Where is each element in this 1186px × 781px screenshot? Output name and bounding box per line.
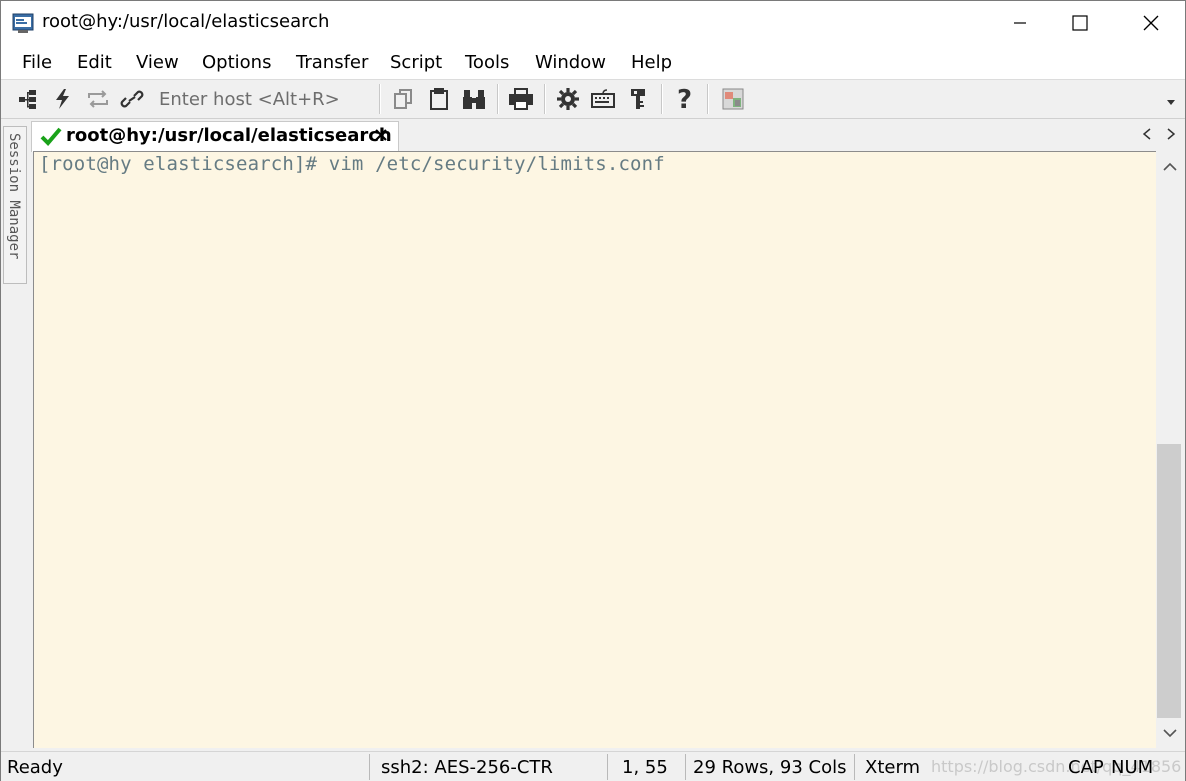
status-terminal-type: Xterm bbox=[865, 757, 921, 778]
menu-script[interactable]: Script bbox=[390, 52, 442, 73]
status-divider bbox=[369, 754, 370, 780]
help-icon[interactable]: ? bbox=[672, 86, 698, 112]
toolbar: ? bbox=[1, 79, 1185, 119]
menu-edit[interactable]: Edit bbox=[77, 52, 112, 73]
menu-window[interactable]: Window bbox=[535, 52, 606, 73]
keymap-icon[interactable] bbox=[590, 86, 616, 112]
toolbar-divider bbox=[497, 84, 499, 114]
window-title: root@hy:/usr/local/elasticsearch bbox=[42, 11, 330, 32]
enter-host-input[interactable] bbox=[151, 86, 379, 112]
menu-file[interactable]: File bbox=[22, 52, 52, 73]
session-tab-bar: root@hy:/usr/local/elasticsearch bbox=[1, 118, 1185, 152]
status-caps-lock: CAP bbox=[1068, 757, 1104, 778]
sftp-icon[interactable] bbox=[720, 86, 746, 112]
menu-help[interactable]: Help bbox=[631, 52, 672, 73]
menu-view[interactable]: View bbox=[136, 52, 179, 73]
terminal-line: [root@hy elasticsearch]# vim /etc/securi… bbox=[39, 153, 665, 175]
close-window-button[interactable] bbox=[1128, 1, 1174, 45]
status-cursor-position: 1, 55 bbox=[622, 757, 668, 778]
connect-icon[interactable] bbox=[15, 86, 41, 112]
copy-icon[interactable] bbox=[391, 86, 417, 112]
status-divider bbox=[854, 754, 855, 780]
status-cipher: ssh2: AES-256-CTR bbox=[381, 757, 553, 778]
scroll-up-icon[interactable] bbox=[1162, 159, 1178, 175]
status-divider bbox=[685, 754, 686, 780]
session-manager-label: Session Manager bbox=[6, 133, 22, 260]
toolbar-divider bbox=[379, 84, 381, 114]
securecrt-app-icon bbox=[12, 12, 34, 34]
key-icon[interactable] bbox=[625, 86, 651, 112]
scroll-thumb[interactable] bbox=[1157, 444, 1181, 718]
menu-options[interactable]: Options bbox=[202, 52, 271, 73]
menu-tools[interactable]: Tools bbox=[465, 52, 509, 73]
status-bar: Ready ssh2: AES-256-CTR 1, 55 29 Rows, 9… bbox=[1, 751, 1185, 781]
reconnect-icon[interactable] bbox=[85, 86, 111, 112]
paste-icon[interactable] bbox=[426, 86, 452, 112]
link-icon[interactable] bbox=[119, 86, 145, 112]
find-icon[interactable] bbox=[461, 86, 487, 112]
status-divider bbox=[607, 754, 608, 780]
settings-icon[interactable] bbox=[555, 86, 581, 112]
app-window: root@hy:/usr/local/elasticsearch File Ed… bbox=[0, 0, 1186, 781]
toolbar-divider bbox=[661, 84, 663, 114]
session-manager-tab[interactable]: Session Manager bbox=[3, 126, 27, 284]
status-terminal-size: 29 Rows, 93 Cols bbox=[693, 757, 847, 778]
close-tab-icon[interactable] bbox=[374, 127, 388, 146]
maximize-button[interactable] bbox=[1057, 1, 1103, 45]
toolbar-overflow-icon[interactable] bbox=[1165, 96, 1177, 108]
status-ready: Ready bbox=[7, 757, 63, 778]
terminal-scrollbar[interactable] bbox=[1156, 151, 1183, 747]
menu-transfer[interactable]: Transfer bbox=[296, 52, 368, 73]
print-icon[interactable] bbox=[508, 86, 534, 112]
scroll-down-icon[interactable] bbox=[1162, 725, 1178, 741]
lightning-icon[interactable] bbox=[50, 86, 76, 112]
terminal-area[interactable]: [root@hy elasticsearch]# vim /etc/securi… bbox=[33, 151, 1156, 748]
tab-scroll-right-icon[interactable] bbox=[1164, 126, 1178, 142]
menu-bar: File Edit View Options Transfer Script T… bbox=[1, 45, 1185, 79]
status-num-lock: NUM bbox=[1111, 757, 1154, 778]
toolbar-divider bbox=[544, 84, 546, 114]
toolbar-divider bbox=[707, 84, 709, 114]
title-bar: root@hy:/usr/local/elasticsearch bbox=[1, 1, 1185, 45]
session-tab-title: root@hy:/usr/local/elasticsearch bbox=[66, 125, 392, 146]
connected-check-icon bbox=[40, 126, 62, 150]
svg-text:?: ? bbox=[677, 86, 692, 112]
session-tab[interactable]: root@hy:/usr/local/elasticsearch bbox=[31, 121, 399, 152]
minimize-button[interactable] bbox=[997, 1, 1043, 45]
tab-scroll-left-icon[interactable] bbox=[1140, 126, 1154, 142]
